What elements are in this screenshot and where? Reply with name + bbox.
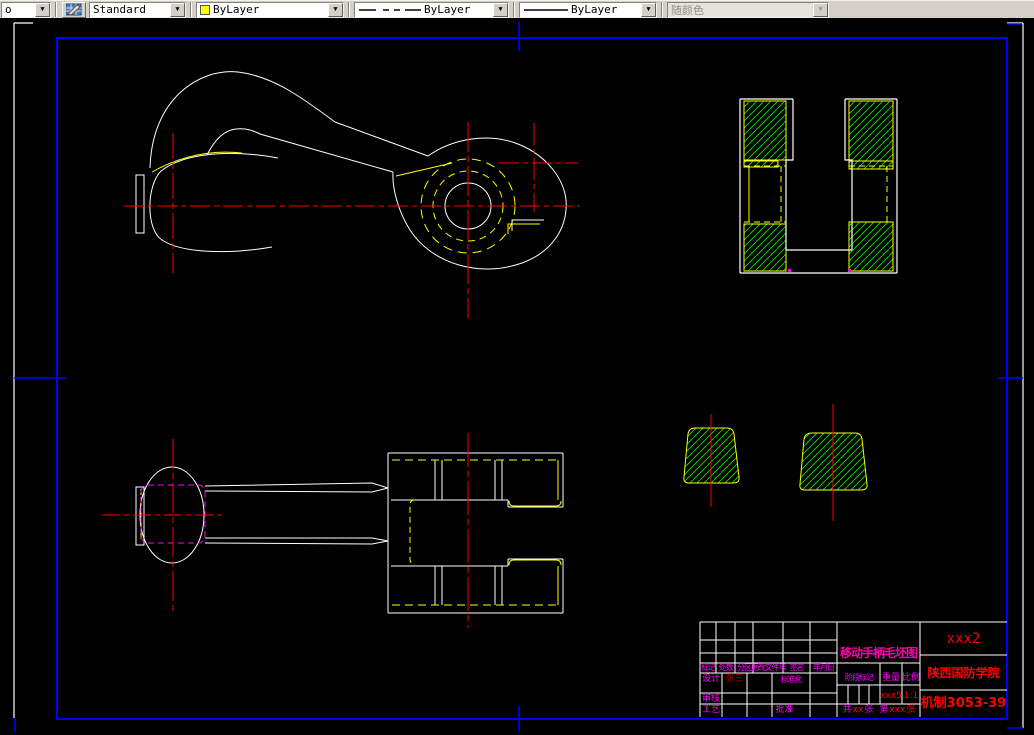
make-layer-current-button[interactable] [62,1,86,18]
trapezoid-section-small [683,414,740,507]
chevron-down-icon[interactable]: ▼ [170,2,185,17]
scale-value: 1:1 [903,690,919,701]
sheet-info-part: xx [852,705,864,715]
toolbar-separator [513,2,515,17]
lineweight-sample-icon [524,8,568,11]
sheet-info-part: 共 [842,705,852,715]
chevron-down-icon[interactable]: ▼ [35,2,50,17]
company-name: 陕西国防学院 [927,665,1000,680]
sheet-info-part: 第 [879,705,889,715]
layer-combo-value: o [5,3,12,16]
layer-grid-pencil-icon [66,3,82,16]
trapezoid-section-large [799,404,868,521]
style-combo-value: Standard [93,3,146,16]
stage-label: 阶段标记 [845,673,874,682]
plotstyle-combo: 随颜色 ▼ [667,1,829,18]
code-bottom: 机制3053-39 [920,696,1007,711]
toolbar-separator [661,2,663,17]
code-top: xxx2 [946,630,981,647]
sheet-info: 共 xx 张 第 xxx 张 [838,705,920,716]
lineweight-combo[interactable]: ByLayer ▼ [519,1,657,18]
drawing-canvas[interactable]: 标记 处数 分区 更改文件号 签名 年月日 设计 张三 标准化 审核 工艺 批准… [0,18,1034,735]
chevron-down-icon[interactable]: ▼ [641,2,656,17]
color-combo-value: ByLayer [213,3,260,16]
drawing-title: 移动手柄毛坯图 [839,646,918,660]
linetype-combo-value: ByLayer [424,3,471,16]
design-label: 设计 [701,674,720,684]
toolbar-separator [348,2,350,17]
color-combo[interactable]: ByLayer ▼ [196,1,344,18]
header-label-sign: 签名 [789,663,805,672]
sheet-info-part: 张 [906,705,916,715]
header-label-date: 年月日 [813,663,835,672]
standardization-label: 标准化 [780,674,803,684]
style-combo[interactable]: Standard ▼ [89,1,186,18]
fork-section-view [739,98,898,274]
lever-side-view [102,433,564,628]
approve-label: 批准 [775,705,794,715]
weight-value: xxx5 [880,690,902,701]
chevron-down-icon: ▼ [813,2,828,17]
sheet-info-part: 张 [864,705,874,715]
layer-combo-partial[interactable]: o ▼ [1,1,51,18]
check-label: 审核 [701,693,720,704]
chevron-down-icon[interactable]: ▼ [328,2,343,17]
sheet-info-part: xxx [889,705,906,715]
toolbar-separator [190,2,192,17]
linetype-sample-icon [359,8,421,11]
toolbar-separator [55,2,57,17]
process-label: 工艺 [701,705,720,715]
linetype-combo[interactable]: ByLayer ▼ [354,1,509,18]
toolbar: o ▼ Standard ▼ ByLayer ▼ ByLayer ▼ ByLay… [0,0,1034,18]
chevron-down-icon[interactable]: ▼ [493,2,508,17]
header-label-docno: 更改文件号 [750,663,787,672]
lineweight-combo-value: ByLayer [571,3,618,16]
plotstyle-combo-value: 随颜色 [671,3,704,17]
weight-label: 重量 [881,672,900,683]
header-label-count: 处数 [718,663,734,672]
scale-label: 比例 [902,672,921,683]
header-label-mark: 标记 [701,663,716,672]
color-swatch [200,4,210,15]
lever-top-view [124,71,580,318]
designer-name: 张三 [725,674,744,684]
